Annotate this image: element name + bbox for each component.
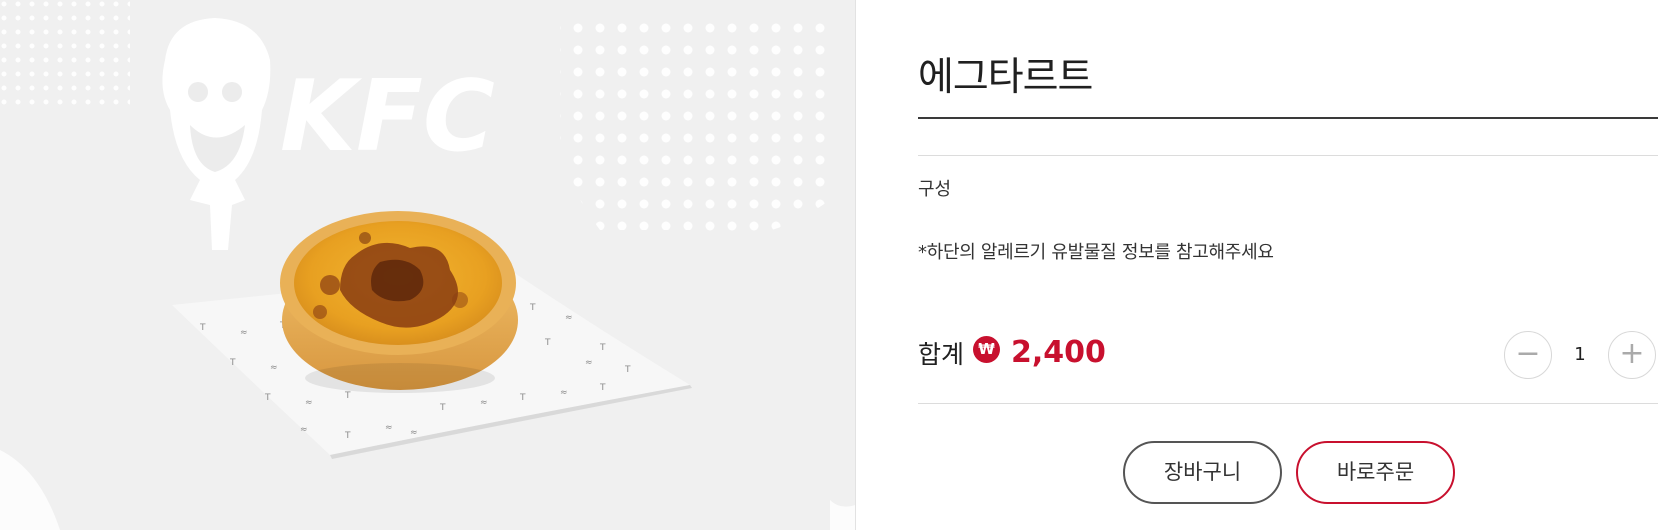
svg-text:≈: ≈ bbox=[240, 328, 248, 338]
dot-pattern-top-left bbox=[0, 0, 130, 105]
kfc-colonel-logo bbox=[162, 18, 271, 250]
svg-text:T: T bbox=[519, 393, 526, 403]
svg-text:≈: ≈ bbox=[565, 313, 573, 323]
quantity-stepper: − 1 + bbox=[1504, 331, 1656, 379]
svg-text:≈: ≈ bbox=[480, 398, 488, 408]
quantity-value[interactable]: 1 bbox=[1552, 331, 1608, 379]
svg-text:T: T bbox=[344, 391, 351, 401]
quantity-increase-button[interactable]: + bbox=[1608, 331, 1656, 379]
svg-text:≈: ≈ bbox=[410, 428, 418, 438]
panel-divider bbox=[855, 0, 856, 530]
svg-text:≈: ≈ bbox=[585, 358, 593, 368]
product-image: KFC T≈T T≈T T≈T ≈T≈ T≈T T≈T T≈T ≈T≈ bbox=[0, 0, 855, 530]
title-underline bbox=[918, 117, 1658, 119]
svg-text:T: T bbox=[344, 431, 351, 441]
svg-text:T: T bbox=[544, 338, 551, 348]
egg-tart-image bbox=[280, 211, 518, 393]
svg-text:T: T bbox=[264, 393, 271, 403]
kfc-logo-text: KFC bbox=[280, 60, 495, 174]
minus-icon: − bbox=[1515, 336, 1541, 371]
plus-icon: + bbox=[1619, 336, 1645, 371]
won-currency-icon: ₩ bbox=[973, 336, 1000, 363]
total-divider bbox=[918, 403, 1658, 404]
svg-text:≈: ≈ bbox=[560, 388, 568, 398]
svg-text:≈: ≈ bbox=[385, 423, 393, 433]
allergy-note: *하단의 알레르기 유발물질 정보를 참고해주세요 bbox=[918, 242, 1274, 263]
svg-text:T: T bbox=[229, 358, 236, 368]
svg-text:T: T bbox=[439, 403, 446, 413]
svg-text:T: T bbox=[624, 365, 631, 375]
total-price: 2,400 bbox=[1011, 335, 1106, 370]
svg-text:≈: ≈ bbox=[305, 398, 313, 408]
svg-text:T: T bbox=[599, 383, 606, 393]
svg-text:≈: ≈ bbox=[300, 425, 308, 435]
svg-text:T: T bbox=[199, 323, 206, 333]
order-now-button[interactable]: 바로주문 bbox=[1296, 441, 1455, 504]
product-image-panel: KFC T≈T T≈T T≈T ≈T≈ T≈T T≈T T≈T ≈T≈ bbox=[0, 0, 855, 530]
svg-text:≈: ≈ bbox=[270, 363, 278, 373]
dot-pattern-right bbox=[560, 20, 830, 236]
total-label: 합계 bbox=[918, 340, 965, 369]
svg-text:T: T bbox=[599, 343, 606, 353]
product-detail-panel: 에그타르트 구성 *하단의 알레르기 유발물질 정보를 참고해주세요 합계 ₩ … bbox=[918, 0, 1658, 530]
composition-label: 구성 bbox=[918, 179, 952, 200]
svg-text:T: T bbox=[529, 303, 536, 313]
section-divider bbox=[918, 155, 1658, 156]
quantity-decrease-button[interactable]: − bbox=[1504, 331, 1552, 379]
add-to-cart-button[interactable]: 장바구니 bbox=[1123, 441, 1282, 504]
product-title: 에그타르트 bbox=[918, 55, 1093, 100]
